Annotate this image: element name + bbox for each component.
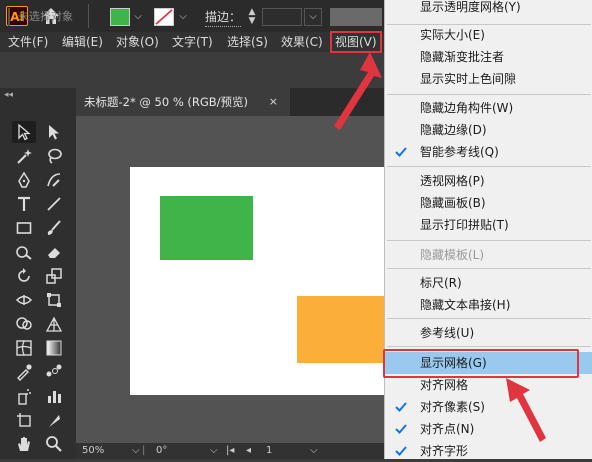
artboard-tool-icon[interactable] [12,409,36,431]
menu-item-show-live-paint-gaps[interactable]: 显示实时上色间隙 [385,68,592,90]
free-transform-tool-icon[interactable] [42,289,66,311]
menu-item-guides[interactable]: 参考线(U) [385,322,592,344]
menu-separator [387,94,591,95]
type-tool-icon[interactable] [12,193,36,215]
menu-item-hide-corner-widget[interactable]: 隐藏边角构件(W) [385,97,592,119]
menu-item-snap-to-point[interactable]: 对齐点(N) [385,418,592,440]
perspective-grid-tool-icon[interactable] [42,313,66,335]
zoom-tool-icon[interactable] [42,433,66,455]
scale-tool-icon[interactable] [42,265,66,287]
menu-item-perspective-grid[interactable]: 透视网格(P) [385,170,592,192]
menu-item-show-print-tiling[interactable]: 显示打印拼贴(T) [385,214,592,236]
rotation-value[interactable]: 0° [156,444,167,458]
menu-select[interactable]: 选择(S) [227,32,268,52]
stroke-label[interactable]: 描边： [205,8,242,27]
menu-separator [387,166,591,167]
lasso-tool-icon[interactable] [42,145,66,167]
menu-item-rulers[interactable]: 标尺(R) [385,272,592,294]
previous-artboard-icon[interactable]: ◂ [246,444,251,458]
checkmark-icon [395,147,407,157]
menu-edit[interactable]: 编辑(E) [62,32,103,52]
shape-builder-tool-icon[interactable] [12,313,36,335]
stroke-color-swatch[interactable] [154,8,174,26]
stroke-spinner-icon[interactable]: ▲ ▼ [244,8,260,26]
menu-separator [387,318,591,319]
close-tab-icon[interactable]: × [269,88,278,116]
eyedropper-tool-icon[interactable] [12,361,36,383]
menu-separator [387,268,591,269]
menu-item-hide-edges[interactable]: 隐藏边缘(D) [385,119,592,141]
zoom-level[interactable]: 50% [82,444,104,458]
hand-tool-icon[interactable] [12,433,36,455]
zoom-dropdown-icon[interactable]: ⌵ [132,444,140,458]
slice-tool-icon[interactable] [42,409,66,431]
selection-status: 未选择对象 [8,8,102,26]
checkmark-icon [395,424,407,434]
first-artboard-icon[interactable]: |◂ [226,444,234,458]
fill-color-swatch[interactable] [110,8,130,26]
line-segment-tool-icon[interactable] [42,193,66,215]
stroke-dropdown-chevron-icon[interactable]: ⌵ [176,8,190,26]
artboard-dropdown-icon[interactable]: ⌵ [310,444,318,458]
direct-selection-tool-icon[interactable] [42,121,66,143]
gradient-tool-icon[interactable] [42,337,66,359]
fill-dropdown-chevron-icon[interactable]: ⌵ [131,8,145,26]
stroke-weight-input[interactable] [262,8,302,26]
pen-tool-icon[interactable] [12,169,36,191]
document-tab-title: 未标题-2* @ 50 % (RGB/预览) [84,95,249,109]
shaper-tool-icon[interactable] [12,241,36,263]
orange-rectangle[interactable] [297,296,392,363]
menu-item-snap-to-pixel[interactable]: 对齐像素(S) [385,396,592,418]
column-graph-tool-icon[interactable] [42,385,66,407]
style-button[interactable] [330,8,382,26]
menu-item-hide-template: 隐藏模板(L) [420,248,485,262]
status-divider: | [142,445,146,456]
view-menu-dropdown: 显示透明度网格(Y) 实际大小(E) 隐藏渐变批注者 显示实时上色间隙 隐藏边角… [384,0,592,459]
menu-item-actual-size[interactable]: 实际大小(E) [385,24,592,46]
menu-file[interactable]: 文件(F) [8,32,48,52]
paintbrush-tool-icon[interactable] [42,217,66,239]
rectangle-tool-icon[interactable] [12,217,36,239]
eraser-tool-icon[interactable] [42,241,66,263]
green-rectangle[interactable] [160,196,253,260]
menu-item-show-transparency-grid[interactable]: 显示透明度网格(Y) [385,0,592,18]
artboard-number[interactable]: 1 [266,444,272,458]
menu-separator [387,346,591,347]
menu-separator [387,240,591,241]
annotation-highlight-box [383,349,579,378]
curvature-tool-icon[interactable] [42,169,66,191]
checkmark-icon [395,402,407,412]
menu-type[interactable]: 文字(T) [172,32,213,52]
checkmark-icon [395,446,407,456]
panel-collapse-icon[interactable]: ◂◂ [4,90,13,100]
menu-item-hide-text-threads[interactable]: 隐藏文本串接(H) [385,294,592,316]
stroke-weight-dropdown-icon[interactable]: ⌵ [304,8,322,26]
document-tab[interactable]: 未标题-2* @ 50 % (RGB/预览) × [76,88,290,116]
menu-object[interactable]: 对象(O) [116,32,159,52]
menu-item-smart-guides[interactable]: 智能参考线(Q) [385,141,592,163]
menu-item-hide-artboards[interactable]: 隐藏画板(B) [385,192,592,214]
magic-wand-tool-icon[interactable] [12,145,36,167]
menu-view[interactable]: 视图(V) [330,31,382,53]
menu-effect[interactable]: 效果(C) [281,32,323,52]
symbol-sprayer-tool-icon[interactable] [12,385,36,407]
blend-tool-icon[interactable] [42,361,66,383]
mesh-tool-icon[interactable] [12,337,36,359]
rotation-dropdown-icon[interactable]: ⌵ [210,444,218,458]
menu-item-hide-gradient-annotator[interactable]: 隐藏渐变批注者 [385,46,592,68]
width-tool-icon[interactable] [12,289,36,311]
rotate-tool-icon[interactable] [12,265,36,287]
selection-tool-icon[interactable] [12,121,36,143]
